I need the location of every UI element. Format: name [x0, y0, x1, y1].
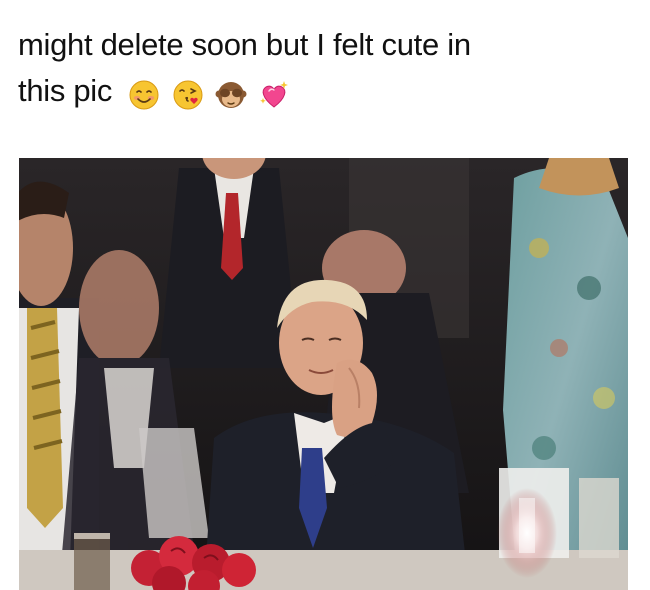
caption-line-1: might delete soon but I felt cute in — [18, 27, 471, 62]
drinking-glass-left — [74, 533, 110, 590]
event-photo — [19, 158, 628, 590]
see-no-evil-monkey-emoji — [215, 81, 247, 108]
kiss-face-emoji — [173, 80, 203, 110]
caption-line-2: this pic — [18, 68, 638, 116]
smiling-blush-emoji — [129, 80, 159, 110]
background-man-red-tie — [159, 158, 299, 368]
sparkling-heart-emoji — [260, 80, 289, 108]
emoji-row — [128, 70, 293, 116]
caption-line-2-text: this pic — [18, 73, 113, 108]
meme-caption: might delete soon but I felt cute in thi… — [18, 22, 638, 116]
photo-scene — [19, 158, 628, 590]
